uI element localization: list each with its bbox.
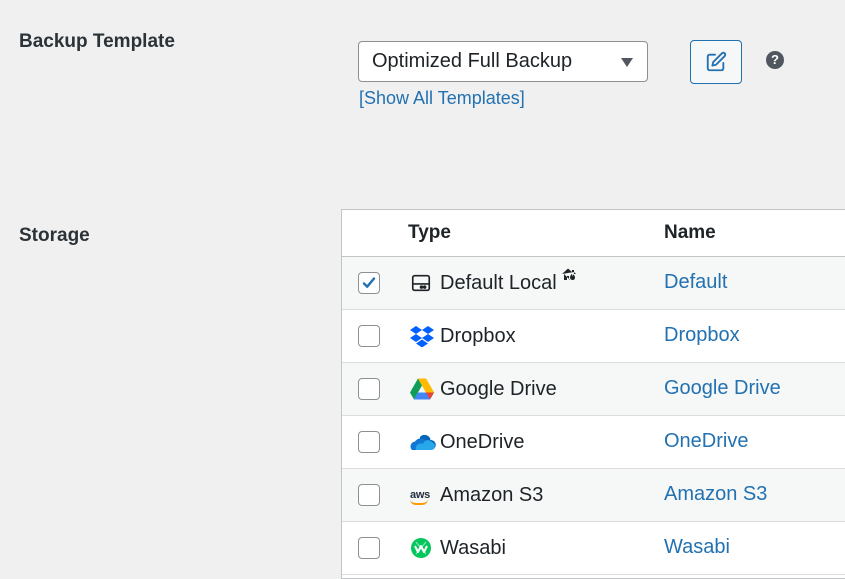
- onedrive-icon: [410, 429, 436, 455]
- storage-checkbox-amazon-s3[interactable]: [358, 484, 380, 506]
- storage-checkbox-onedrive[interactable]: [358, 431, 380, 453]
- table-row: Wasabi Wasabi: [342, 522, 845, 575]
- home-fire-icon: [561, 264, 577, 287]
- storage-table: Type Name Default Local Default Dropbox …: [341, 209, 845, 579]
- storage-checkbox-default-local[interactable]: [358, 272, 380, 294]
- storage-type-label: Amazon S3: [440, 483, 544, 506]
- wasabi-icon: [410, 535, 436, 561]
- storage-name-link[interactable]: Dropbox: [664, 324, 740, 347]
- storage-checkbox-google-drive[interactable]: [358, 378, 380, 400]
- storage-name-link[interactable]: OneDrive: [664, 430, 748, 453]
- storage-name-link[interactable]: Google Drive: [664, 377, 781, 400]
- table-row: Default Local Default: [342, 257, 845, 310]
- aws-icon: aws: [410, 482, 436, 508]
- column-header-type: Type: [408, 222, 451, 243]
- table-row: aws Amazon S3 Amazon S3: [342, 469, 845, 522]
- checkmark-icon: [362, 277, 376, 288]
- backup-template-select[interactable]: Optimized Full Backup: [358, 41, 648, 82]
- storage-type-label: Wasabi: [440, 536, 506, 559]
- dropbox-icon: [410, 323, 436, 349]
- storage-type-cell: Wasabi: [410, 522, 506, 574]
- storage-checkbox-dropbox[interactable]: [358, 325, 380, 347]
- table-row: Dropbox Dropbox: [342, 310, 845, 363]
- storage-name-link[interactable]: Default: [664, 271, 727, 294]
- google-drive-icon: [410, 376, 436, 402]
- storage-type-label: Google Drive: [440, 377, 557, 400]
- help-icon[interactable]: ?: [766, 51, 784, 69]
- backup-template-selected-value: Optimized Full Backup: [372, 50, 573, 72]
- show-all-templates-link[interactable]: [Show All Templates]: [359, 88, 525, 109]
- storage-type-cell: aws Amazon S3: [410, 469, 543, 521]
- chevron-down-icon: [621, 58, 633, 67]
- table-row: OneDrive OneDrive: [342, 416, 845, 469]
- storage-type-label: OneDrive: [440, 430, 525, 453]
- storage-type-cell: Google Drive: [410, 363, 557, 415]
- hard-drive-icon: [410, 270, 436, 296]
- edit-template-button[interactable]: [690, 40, 742, 84]
- table-row: Google Drive Google Drive: [342, 363, 845, 416]
- storage-type-cell: OneDrive: [410, 416, 524, 468]
- storage-name-link[interactable]: Amazon S3: [664, 483, 767, 506]
- storage-table-header: Type Name: [342, 210, 845, 257]
- storage-name-link[interactable]: Wasabi: [664, 536, 730, 559]
- storage-type-label: Dropbox: [440, 324, 516, 347]
- edit-pencil-icon: [706, 51, 727, 72]
- storage-label: Storage: [19, 225, 90, 246]
- storage-type-label: Default Local: [440, 271, 557, 294]
- column-header-name: Name: [664, 222, 716, 243]
- storage-type-cell: Dropbox: [410, 310, 516, 362]
- backup-template-label: Backup Template: [19, 31, 175, 52]
- storage-checkbox-wasabi[interactable]: [358, 537, 380, 559]
- storage-type-cell: Default Local: [410, 257, 577, 309]
